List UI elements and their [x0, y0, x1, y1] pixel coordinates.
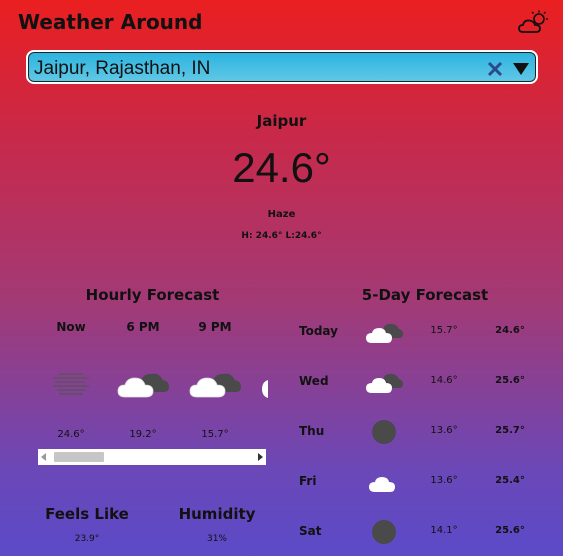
day-high-temperature: 24.6°	[495, 325, 525, 336]
day-high-temperature: 25.4°	[495, 475, 525, 486]
chevron-down-icon[interactable]	[512, 62, 530, 76]
cloudy-icon	[189, 373, 241, 398]
day-name: Fri	[299, 474, 317, 488]
scrollbar-thumb[interactable]	[54, 452, 104, 462]
overcast-icon	[372, 420, 396, 444]
day-name: Sat	[299, 524, 322, 538]
app-title: Weather Around	[18, 10, 203, 34]
day-low-temperature: 13.6°	[430, 475, 458, 486]
current-temperature: 24.6°	[232, 144, 331, 191]
day-low-temperature: 14.6°	[430, 375, 458, 386]
hourly-forecast-title: Hourly Forecast	[85, 286, 220, 304]
cloud-icon	[369, 477, 395, 492]
hour-temperature: 24.6°	[57, 429, 85, 440]
hour-label: 6 PM	[126, 320, 160, 334]
city-name: Jaipur	[256, 112, 307, 130]
day-name: Today	[299, 324, 338, 338]
day-low-temperature: 15.7°	[430, 325, 458, 336]
cloudy-icon	[117, 373, 169, 398]
partly-cloudy-logo-icon	[518, 10, 548, 33]
day-low-temperature: 13.6°	[430, 425, 458, 436]
location-search-value[interactable]: Jaipur, Rajasthan, IN	[34, 58, 210, 80]
feels-like-label: Feels Like	[45, 505, 129, 523]
day-name: Wed	[299, 374, 329, 388]
scroll-left-arrow-icon[interactable]	[41, 453, 46, 461]
hour-temperature: 19.2°	[129, 429, 157, 440]
five-day-forecast-title: 5-Day Forecast	[361, 286, 489, 304]
weather-condition: Haze	[267, 209, 296, 220]
partial-cloud-icon	[262, 380, 268, 398]
day-high-temperature: 25.7°	[495, 425, 525, 436]
high-low-temperature: H: 24.6° L:24.6°	[241, 231, 322, 241]
haze-icon	[53, 373, 89, 395]
cloudy-icon	[366, 373, 403, 393]
day-high-temperature: 25.6°	[495, 375, 525, 386]
feels-like-value: 23.9°	[74, 534, 100, 544]
day-name: Thu	[299, 424, 325, 438]
scroll-right-arrow-icon[interactable]	[258, 453, 263, 461]
location-search-input[interactable]: Jaipur, Rajasthan, IN	[26, 50, 538, 84]
day-high-temperature: 25.6°	[495, 525, 525, 536]
day-low-temperature: 14.1°	[430, 525, 458, 536]
overcast-icon	[372, 520, 396, 544]
clear-icon[interactable]	[486, 60, 504, 78]
hour-label: Now	[56, 320, 86, 334]
hour-temperature: 15.7°	[201, 429, 229, 440]
hour-label: 9 PM	[198, 320, 232, 334]
hourly-scrollbar[interactable]	[38, 449, 266, 465]
cloudy-icon	[366, 323, 403, 343]
humidity-label: Humidity	[178, 505, 256, 523]
humidity-value: 31%	[206, 534, 227, 544]
